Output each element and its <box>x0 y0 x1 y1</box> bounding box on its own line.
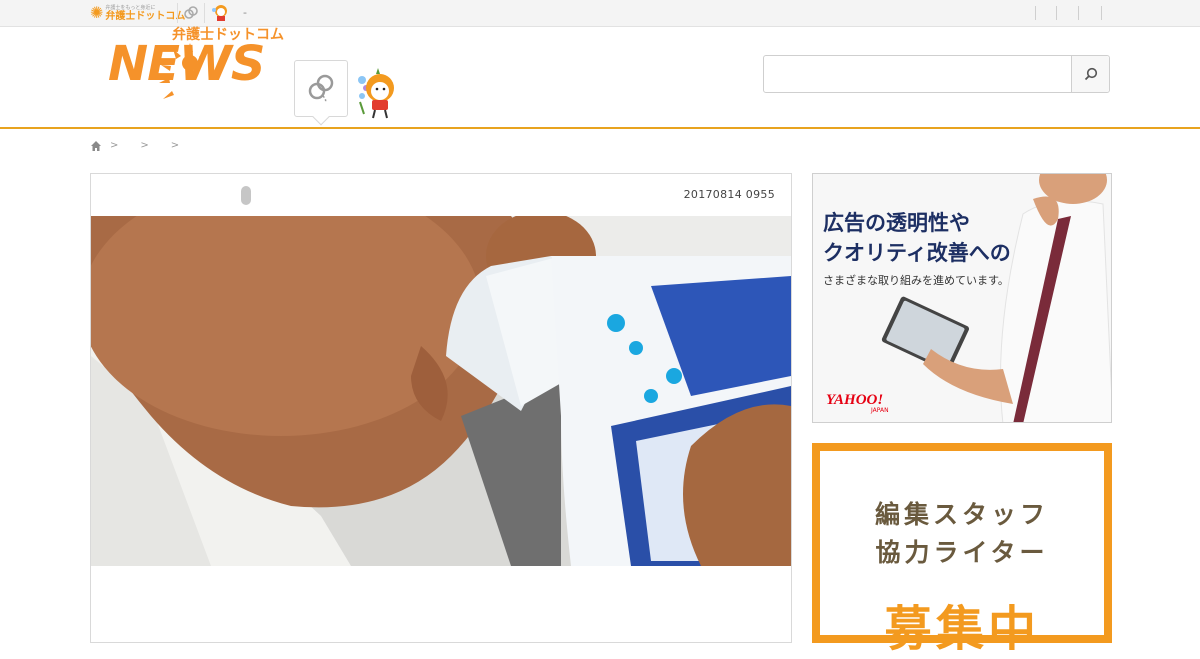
topbar-dash: - <box>243 6 247 19</box>
yahoo-ad-banner[interactable]: 広告の透明性や クオリティ改善への さまざまな取り組みを進めています。 YAHO… <box>812 173 1112 423</box>
yahoo-logo: YAHOO! <box>826 392 884 408</box>
home-icon[interactable] <box>90 140 102 152</box>
ad-headline-2: クオリティ改善への <box>823 241 1011 265</box>
search-input[interactable] <box>764 56 1072 92</box>
topbar-logo-name: 弁護士ドットコム <box>105 10 186 22</box>
logo-news-text[interactable]: NEWS <box>108 38 265 90</box>
ad-headline-1: 広告の透明性や <box>823 211 970 235</box>
topbar-link-divider <box>1078 6 1079 20</box>
mascot-illustration[interactable] <box>356 66 410 120</box>
topbar-logo[interactable]: ✺ 弁護士をもっと身近に 弁護士ドットコム <box>90 3 185 23</box>
divider <box>177 3 178 23</box>
search-icon <box>1084 67 1097 81</box>
breadcrumb-separator: > <box>170 140 180 151</box>
top-utility-bar: ✺ 弁護士をもっと身近に 弁護士ドットコム - <box>0 0 1200 27</box>
breadcrumb: > > > <box>90 139 193 153</box>
recruit-line-1: 編集スタッフ <box>874 500 1049 529</box>
breadcrumb-separator: > <box>140 140 149 151</box>
rings-icon[interactable] <box>183 5 199 21</box>
divider <box>204 3 205 23</box>
yahoo-logo-sub: JAPAN <box>871 407 889 414</box>
recruit-ad-banner[interactable]: 編集スタッフ 協力ライター 募集中 <box>812 443 1112 657</box>
sun-icon: ✺ <box>90 3 104 22</box>
topbar-link-divider <box>1035 6 1036 20</box>
recruit-line-3: 募集中 <box>883 601 1040 657</box>
category-pill[interactable] <box>241 186 251 205</box>
article-card: 20170814 0955 <box>90 173 792 643</box>
mascot-icon[interactable] <box>211 3 231 24</box>
article-photo <box>91 216 791 566</box>
search-button[interactable] <box>1071 56 1109 92</box>
child-drinking-photo <box>91 216 791 566</box>
rings-icon <box>308 74 334 104</box>
search-box <box>763 55 1110 93</box>
topbar-link-divider <box>1101 6 1102 20</box>
rings-button[interactable] <box>294 60 348 117</box>
breadcrumb-separator: > <box>110 140 119 151</box>
recruit-line-2: 協力ライター <box>875 538 1049 567</box>
article-date: 20170814 0955 <box>683 188 775 201</box>
topbar-link-divider <box>1056 6 1057 20</box>
logo-jp-text: 弁護士ドットコム <box>172 27 284 43</box>
ad-subtext: さまざまな取り組みを進めています。 <box>823 274 1009 287</box>
